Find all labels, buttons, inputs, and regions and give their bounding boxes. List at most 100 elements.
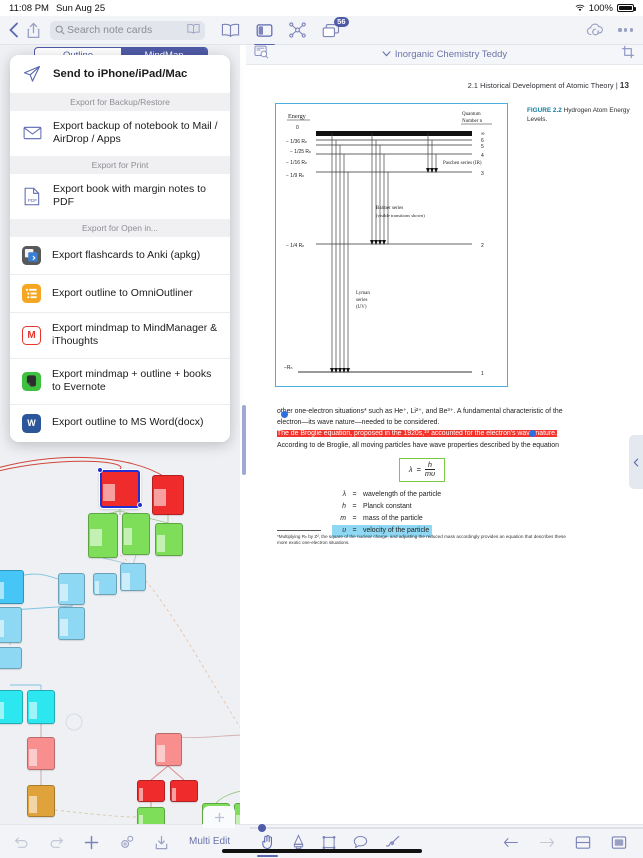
search-input[interactable]: Search note cards bbox=[50, 20, 205, 40]
mindmap-node[interactable] bbox=[155, 523, 183, 556]
page-search-icon[interactable] bbox=[254, 45, 269, 64]
node-body bbox=[103, 483, 115, 501]
mindmap-node[interactable] bbox=[58, 573, 85, 605]
more-options-icon[interactable] bbox=[618, 28, 633, 32]
menu-item-label: Export book with margin notes to PDF bbox=[53, 182, 206, 209]
menu-item-export-mindmanager[interactable]: M Export mindmap to MindManager & iThoug… bbox=[10, 311, 230, 358]
menu-item-export-msword[interactable]: W Export outline to MS Word(docx) bbox=[10, 403, 230, 442]
evernote-app-icon bbox=[22, 371, 41, 391]
multi-edit-button[interactable]: Multi Edit bbox=[189, 836, 230, 847]
export-popover[interactable]: Send to iPhone/iPad/Mac Export for Backu… bbox=[10, 55, 230, 442]
selection-box-tool-icon[interactable] bbox=[322, 835, 336, 850]
import-icon[interactable] bbox=[155, 835, 168, 850]
red-highlight[interactable]: The de Broglie equation, proposed in the… bbox=[277, 430, 557, 438]
de-broglie-equation[interactable]: λ = h mυ bbox=[398, 457, 446, 482]
collapse-pane-button[interactable] bbox=[629, 435, 643, 489]
mindmap-node[interactable] bbox=[137, 780, 165, 802]
chevron-down-icon[interactable] bbox=[382, 49, 391, 60]
document-pane: Inorganic Chemistry Teddy 2.1 Historical… bbox=[246, 45, 643, 824]
selection-handle[interactable] bbox=[137, 502, 143, 508]
status-date: Sun Aug 25 bbox=[55, 2, 106, 14]
anki-app-icon bbox=[22, 245, 41, 265]
mindmap-node[interactable] bbox=[170, 780, 198, 802]
menu-item-send-to-device[interactable]: Send to iPhone/iPad/Mac bbox=[10, 55, 230, 93]
definition-symbol: λ bbox=[342, 490, 346, 498]
mindmap-node[interactable] bbox=[100, 470, 140, 508]
menu-section-open-in: Export for Open in... bbox=[10, 218, 230, 237]
mindmap-node[interactable] bbox=[120, 563, 146, 591]
figure-svg: Energy Quantum Number n ∞ 6 5 4 3 2 1 0 … bbox=[284, 112, 492, 377]
menu-item-export-evernote[interactable]: Export mindmap + outline + books to Ever… bbox=[10, 357, 230, 404]
add-icon[interactable] bbox=[84, 835, 99, 850]
pdf-page[interactable]: 2.1 Historical Development of Atomic The… bbox=[246, 65, 643, 824]
mindmap-node[interactable] bbox=[0, 647, 22, 669]
menu-item-export-pdf[interactable]: PDF Export book with margin notes to PDF bbox=[10, 173, 230, 219]
mindmap-node[interactable] bbox=[27, 785, 55, 817]
mindmap-node[interactable] bbox=[58, 607, 85, 640]
prev-page-icon[interactable] bbox=[503, 837, 519, 848]
menu-item-label: Export backup of notebook to Mail / AirD… bbox=[53, 120, 218, 146]
redo-icon[interactable] bbox=[49, 836, 64, 849]
mindmap-node[interactable] bbox=[88, 513, 118, 558]
cards-view-icon[interactable]: 56 bbox=[322, 16, 349, 38]
send-paperplane-icon bbox=[22, 64, 42, 84]
footnote-text: *Multiplying Rₕ by Z², the square of the… bbox=[277, 533, 566, 546]
omnioutliner-app-icon bbox=[22, 283, 41, 303]
svg-text:0: 0 bbox=[296, 125, 299, 131]
share-icon[interactable] bbox=[27, 22, 40, 39]
split-layout-icon[interactable] bbox=[575, 835, 591, 850]
mindmap-node[interactable] bbox=[27, 690, 55, 724]
menu-item-export-omnioutliner[interactable]: Export outline to OmniOutliner bbox=[10, 273, 230, 312]
book-icon[interactable] bbox=[187, 21, 200, 39]
eraser-tool-icon[interactable] bbox=[385, 835, 400, 849]
highlighter-tool-icon[interactable] bbox=[292, 834, 305, 850]
notes-panel-icon[interactable] bbox=[611, 835, 627, 850]
book-view-icon[interactable] bbox=[221, 23, 240, 38]
svg-text:5: 5 bbox=[481, 144, 484, 150]
mindmap-node[interactable] bbox=[155, 733, 182, 766]
mindmap-node[interactable] bbox=[0, 690, 23, 724]
crop-icon[interactable] bbox=[621, 45, 635, 64]
mindmap-node[interactable] bbox=[152, 475, 184, 515]
mindmap-node[interactable] bbox=[93, 573, 117, 595]
undo-icon[interactable] bbox=[14, 836, 29, 849]
next-page-icon[interactable] bbox=[539, 837, 555, 848]
svg-text:Paschen series (IR): Paschen series (IR) bbox=[443, 161, 482, 166]
pdf-viewer[interactable]: 2.1 Historical Development of Atomic The… bbox=[246, 65, 643, 824]
selection-end-handle[interactable] bbox=[529, 430, 536, 437]
mindmap-node[interactable] bbox=[122, 513, 150, 555]
mindmap-view-icon[interactable] bbox=[289, 22, 306, 38]
svg-text:PDF: PDF bbox=[28, 198, 38, 203]
cards-badge: 56 bbox=[333, 16, 349, 27]
svg-text:Quantum: Quantum bbox=[462, 112, 481, 117]
paragraph-1[interactable]: other one-electron situations* such as H… bbox=[277, 406, 567, 428]
menu-item-label: Export flashcards to Anki (apkg) bbox=[52, 248, 201, 261]
paragraph-2[interactable]: According to de Broglie, all moving part… bbox=[277, 440, 567, 451]
top-toolbar: Search note cards 56 bbox=[0, 16, 643, 46]
mindmap-node[interactable] bbox=[137, 807, 165, 824]
selection-start-handle[interactable] bbox=[281, 411, 288, 418]
svg-text:Energy: Energy bbox=[288, 113, 307, 120]
mindmap-node[interactable] bbox=[0, 570, 24, 604]
search-icon bbox=[55, 25, 65, 35]
cloud-sync-icon[interactable] bbox=[586, 23, 605, 37]
settings-gear-icon[interactable] bbox=[119, 835, 135, 850]
svg-text:4: 4 bbox=[481, 153, 484, 159]
definition-symbol: h bbox=[342, 502, 346, 510]
wifi-icon bbox=[575, 4, 585, 12]
menu-section-backup: Export for Backup/Restore bbox=[10, 93, 230, 111]
selection-handle[interactable] bbox=[97, 467, 103, 473]
comment-tool-icon[interactable] bbox=[353, 835, 368, 849]
document-body[interactable]: other one-electron situations* such as H… bbox=[277, 406, 567, 538]
split-view-icon[interactable] bbox=[254, 23, 275, 46]
svg-text:−Rₕ: −Rₕ bbox=[284, 365, 293, 371]
back-button[interactable] bbox=[8, 22, 19, 38]
mindmap-node[interactable] bbox=[0, 607, 22, 643]
hand-tool-icon[interactable] bbox=[257, 834, 278, 857]
svg-text:3: 3 bbox=[481, 171, 484, 177]
menu-item-export-anki[interactable]: Export flashcards to Anki (apkg) bbox=[10, 236, 230, 274]
svg-text:Lyman: Lyman bbox=[356, 291, 370, 296]
menu-item-export-backup[interactable]: Export backup of notebook to Mail / AirD… bbox=[10, 111, 230, 156]
document-title[interactable]: Inorganic Chemistry Teddy bbox=[395, 49, 507, 60]
mindmap-node[interactable] bbox=[27, 737, 55, 770]
